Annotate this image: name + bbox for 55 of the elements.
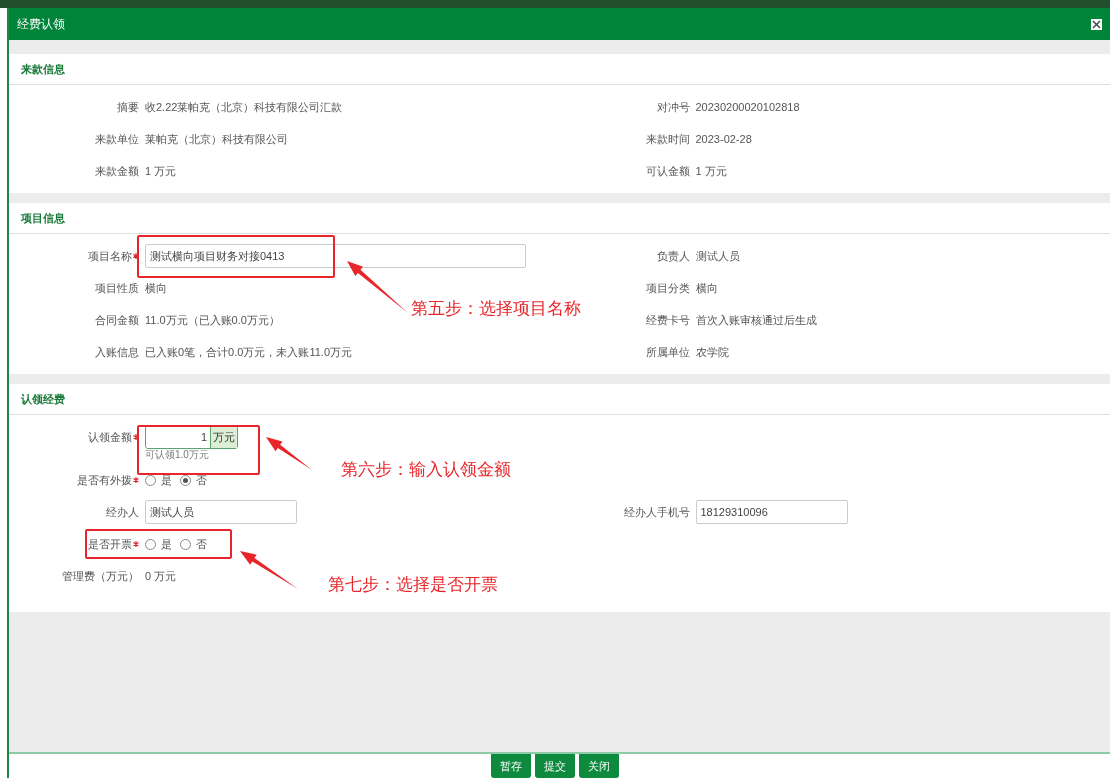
field-value: 0 万元 (145, 569, 177, 584)
field-label: 项目分类 (645, 280, 690, 296)
field-value: 测试人员 (695, 249, 740, 264)
field-label: 经办人 (106, 504, 139, 520)
footer-button[interactable]: 暂存 (490, 754, 531, 778)
radio-option[interactable]: 否 (180, 471, 207, 489)
field-label: 是否开票 (88, 536, 132, 552)
text-field[interactable]: 18129310096 (695, 500, 848, 524)
field-value: 横向 (145, 281, 167, 296)
dialog-title: 经费认领 (17, 16, 65, 33)
text-field[interactable]: 测试横向项目财务对接0413 (145, 244, 526, 268)
field-value: 首次入账审核通过后生成 (695, 313, 817, 328)
close-icon[interactable] (1091, 18, 1102, 30)
field-label: 项目性质 (95, 280, 139, 296)
field-value: 莱帕克（北京）科技有限公司 (145, 132, 288, 147)
field-label: 经费卡号 (645, 312, 690, 328)
field-value: 1 万元 (145, 164, 177, 179)
annotation-text: 第五步：选择项目名称 (411, 298, 581, 320)
field-label: 所属单位 (645, 344, 690, 360)
annotation-arrow (266, 437, 312, 470)
hint-text: 可认领1.0万元 (145, 449, 210, 460)
field-value: 11.0万元（已入账0.0万元） (145, 313, 280, 328)
annotation-text: 第六步：输入认领金额 (341, 459, 511, 481)
field-value: 2023-02-28 (695, 132, 752, 147)
field-label: 摘要 (117, 99, 139, 115)
section-title: 认领经费 (21, 391, 65, 407)
field-label: 项目名称 (88, 248, 132, 264)
field-label: 可认金额 (645, 163, 690, 179)
field-label: 入账信息 (95, 344, 139, 360)
field-value: 农学院 (695, 345, 729, 360)
field-label: 来款金额 (95, 163, 139, 179)
field-value: 1 万元 (695, 164, 727, 179)
amount-field[interactable]: 1 万元 (145, 425, 238, 449)
field-label: 经办人手机号 (623, 504, 690, 520)
annotation-text: 第七步：选择是否开票 (328, 574, 498, 596)
section-title: 项目信息 (21, 210, 65, 226)
field-label: 对冲号 (656, 99, 690, 115)
radio-option[interactable]: 是 (145, 471, 172, 489)
field-value: 20230200020102818 (695, 100, 800, 115)
text-field[interactable]: 测试人员 (145, 500, 297, 524)
radio-option[interactable]: 否 (180, 535, 207, 553)
field-label: 负责人 (656, 248, 690, 264)
field-label: 认领金额 (88, 429, 132, 445)
radio-option[interactable]: 是 (145, 535, 172, 553)
footer-button[interactable]: 关闭 (578, 754, 619, 778)
field-label: 来款单位 (95, 131, 139, 147)
field-label: 来款时间 (645, 131, 690, 147)
footer-button[interactable]: 提交 (534, 754, 575, 778)
field-value: 已入账0笔，合计0.0万元，未入账11.0万元 (145, 345, 352, 360)
field-value: 横向 (695, 281, 718, 296)
field-label: 合同金额 (95, 312, 139, 328)
field-value: 收2.22莱帕克（北京）科技有限公司汇款 (145, 100, 343, 115)
field-label: 是否有外拨 (77, 472, 132, 488)
section-title: 来款信息 (21, 61, 65, 77)
field-label: 管理费（万元） (62, 568, 139, 584)
